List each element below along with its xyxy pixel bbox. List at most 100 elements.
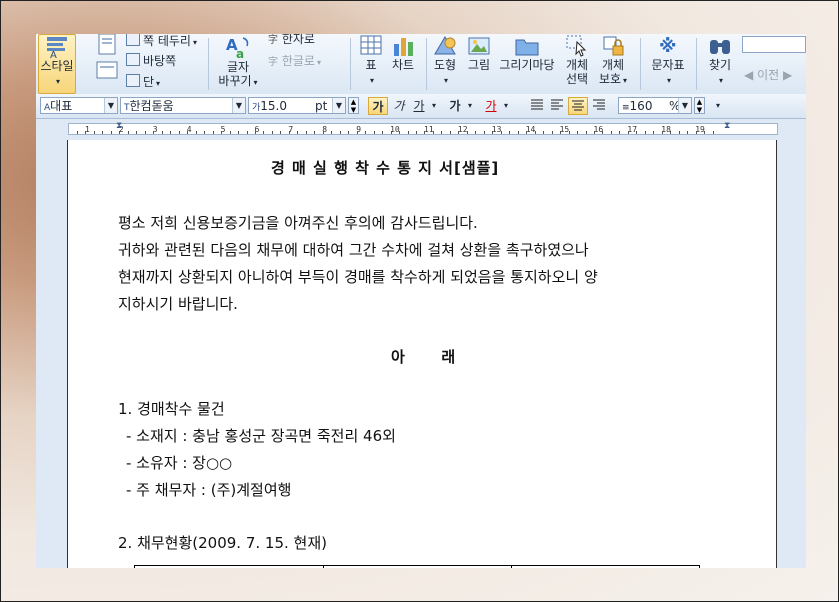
ribbon-separator bbox=[696, 38, 697, 90]
table-button[interactable]: 표 ▾ bbox=[356, 34, 386, 90]
ruler-tick bbox=[77, 131, 78, 134]
ruler-tick bbox=[263, 131, 265, 134]
ruler-tick bbox=[543, 131, 545, 134]
outline-button[interactable]: 가 bbox=[446, 97, 464, 115]
char-change-label-2: 바꾸기 ▾ bbox=[218, 74, 258, 88]
line-spacing-spinner[interactable]: ▲ ▼ bbox=[694, 97, 705, 114]
char-change-button[interactable]: A a 글자 바꾸기 ▾ bbox=[216, 34, 260, 90]
style-button[interactable]: A 스타일 ▾ bbox=[38, 34, 76, 94]
right-indent-marker-icon[interactable]: ⧗ bbox=[724, 121, 730, 131]
ruler-tick bbox=[695, 131, 697, 134]
document-area[interactable]: 경 매 실 행 착 수 통 지 서[샘플] 평소 저희 신용보증기금을 아껴주신… bbox=[36, 140, 806, 568]
picture-button[interactable]: 그림 bbox=[464, 34, 494, 90]
object-select-label-1: 개체 bbox=[565, 58, 589, 72]
ruler-tick bbox=[322, 131, 324, 134]
shape-label: 도형 bbox=[433, 58, 457, 72]
ruler-tick bbox=[356, 131, 358, 134]
symbol-label: 문자표 bbox=[651, 58, 685, 72]
ruler-tick bbox=[432, 131, 434, 134]
symbol-button[interactable]: ※ 문자표 ▾ bbox=[648, 34, 688, 90]
ribbon-separator bbox=[208, 38, 209, 90]
font-combo[interactable]: T한컴돋움 ▼ bbox=[120, 97, 246, 114]
hanja-convert-button[interactable]: 字 한자로 bbox=[268, 34, 315, 47]
underline-button[interactable]: 가 bbox=[410, 97, 428, 115]
font-size-combo[interactable]: 가15.0 pt ▼ bbox=[248, 97, 346, 114]
ribbon-toolbar: A 스타일 ▾ 쪽 테두리 ▾ 바탕쪽 단 ▾ A a 글자 바꾸기 ▾ 字 한자로 … bbox=[36, 34, 806, 95]
chevron-down-icon: ▾ bbox=[718, 76, 723, 85]
italic-button[interactable]: 가 bbox=[390, 97, 408, 115]
ruler-tick bbox=[627, 131, 629, 134]
font-color-button[interactable]: 가 bbox=[482, 97, 500, 115]
more-options-icon[interactable]: ▾ bbox=[712, 97, 724, 115]
lock-icon bbox=[603, 36, 624, 56]
page-icon bbox=[98, 34, 116, 55]
body-line-4: 지하시기 바랍니다. bbox=[118, 295, 238, 313]
ruler-tick bbox=[331, 131, 333, 134]
chevron-down-icon: ▾ bbox=[55, 77, 60, 86]
ruler-tick bbox=[297, 131, 299, 134]
ruler-tick bbox=[517, 131, 519, 134]
ruler-tick bbox=[187, 131, 189, 134]
line-spacing-icon: ≡ bbox=[622, 103, 630, 113]
bold-button[interactable]: 가 bbox=[368, 97, 388, 115]
font-size-spinner[interactable]: ▲ ▼ bbox=[348, 97, 359, 114]
chevron-down-icon[interactable]: ▾ bbox=[429, 97, 439, 115]
ruler-tick bbox=[704, 131, 706, 134]
ruler-tick bbox=[636, 131, 638, 134]
find-input[interactable] bbox=[742, 36, 806, 53]
ruler-tick bbox=[195, 131, 197, 134]
item2-heading: 2. 채무현황(2009. 7. 15. 현재) bbox=[118, 534, 327, 552]
page-layout-button[interactable] bbox=[94, 34, 120, 90]
ruler-strip: 1 2 3 4 5 6 7 8 9 10 11 12 13 14 15 16 17 18 19 bbox=[68, 123, 778, 135]
body-line-1: 평소 저희 신용보증기금을 아껴주신 후의에 감사드립니다. bbox=[118, 214, 478, 232]
object-select-button[interactable]: 개체 선택 bbox=[562, 34, 592, 90]
hangul-icon: 字 bbox=[268, 57, 278, 68]
ruler-tick bbox=[653, 131, 655, 134]
document-page[interactable]: 경 매 실 행 착 수 통 지 서[샘플] 평소 저희 신용보증기금을 아껴주신… bbox=[67, 140, 777, 568]
indent-marker-icon[interactable]: ⧗ bbox=[116, 121, 122, 131]
chart-button[interactable]: 차트 bbox=[388, 34, 418, 90]
shape-button[interactable]: 도형 ▾ bbox=[430, 34, 460, 90]
ruler-tick bbox=[136, 131, 138, 134]
ruler-tick bbox=[483, 131, 485, 134]
object-protect-button[interactable]: 개체 보호 ▾ bbox=[596, 34, 630, 90]
line-spacing-combo[interactable]: ≡160 % ▼ bbox=[618, 97, 692, 114]
ruler-tick bbox=[407, 131, 409, 134]
center-align-button[interactable] bbox=[568, 97, 588, 115]
chart-icon bbox=[394, 38, 413, 56]
ruler-tick bbox=[661, 131, 663, 134]
right-align-button[interactable] bbox=[590, 97, 608, 115]
ruler-tick bbox=[449, 131, 451, 134]
ruler-tick bbox=[280, 131, 282, 134]
table-label: 표 bbox=[365, 58, 377, 72]
columns-menu[interactable]: 단 ▾ bbox=[126, 73, 160, 90]
find-button[interactable]: 찾기 ▾ bbox=[702, 34, 738, 90]
ruler-tick bbox=[399, 131, 401, 134]
object-protect-label-2: 보호 ▾ bbox=[598, 72, 628, 86]
ribbon-separator bbox=[350, 38, 351, 90]
ruler-tick bbox=[390, 131, 392, 134]
find-prev-button[interactable]: ◀ 이전 ▶ bbox=[744, 66, 792, 83]
drawing-board-button[interactable]: 그리기마당 bbox=[496, 34, 558, 90]
ruler-tick bbox=[212, 131, 214, 134]
ruler-tick bbox=[526, 131, 528, 134]
page-border-menu[interactable]: 쪽 테두리 ▾ bbox=[126, 34, 197, 49]
chevron-down-icon[interactable]: ▾ bbox=[465, 97, 475, 115]
justify-align-button[interactable] bbox=[528, 97, 546, 115]
ruler-tick bbox=[644, 131, 646, 134]
ruler-tick bbox=[93, 131, 95, 134]
page-background-menu[interactable]: 바탕쪽 bbox=[126, 52, 176, 69]
ruler-tick bbox=[441, 131, 443, 134]
style-combo[interactable]: A대표 ▼ bbox=[40, 97, 118, 114]
ruler-tick bbox=[110, 131, 112, 134]
ruler-tick bbox=[365, 131, 367, 134]
align-justify-icon bbox=[531, 99, 543, 110]
horizontal-ruler[interactable]: 1 2 3 4 5 6 7 8 9 10 11 12 13 14 15 16 17 18 19 ⧗ ⧗ bbox=[36, 119, 806, 139]
ruler-tick bbox=[602, 131, 604, 134]
ruler-tick bbox=[712, 131, 714, 134]
center-heading: 아 래 bbox=[391, 348, 456, 366]
chevron-down-icon[interactable]: ▾ bbox=[501, 97, 511, 115]
left-align-button[interactable] bbox=[548, 97, 566, 115]
hangul-convert-button[interactable]: 字 한글로 ▾ bbox=[268, 52, 321, 69]
chevron-down-icon: ▼ bbox=[332, 98, 345, 113]
